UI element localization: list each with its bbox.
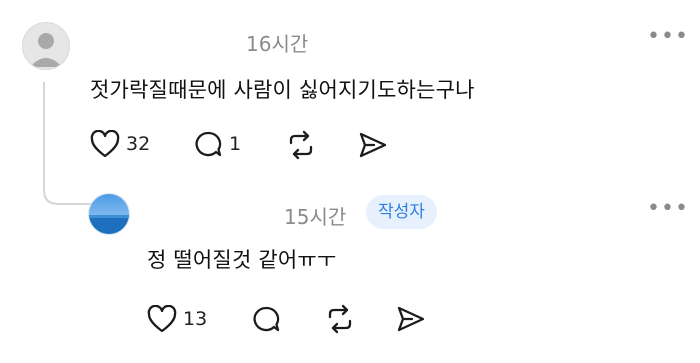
send-icon (397, 306, 425, 332)
reply-count: 1 (229, 133, 242, 155)
send-icon (359, 132, 387, 158)
repost-icon (328, 304, 352, 334)
repost-button[interactable] (325, 304, 355, 334)
default-user-avatar-icon (30, 33, 62, 67)
repost-icon (289, 130, 313, 160)
comment-timestamp: 16시간 (246, 32, 309, 56)
speech-bubble-icon (253, 306, 280, 332)
reply-button[interactable]: 1 (193, 130, 241, 158)
comment-text: 정 떨어질것 같어ㅠㅜ (147, 248, 337, 272)
comment-timestamp: 15시간 (284, 205, 347, 229)
like-button[interactable]: 32 (90, 130, 150, 158)
more-options-button[interactable]: ••• (647, 196, 689, 221)
more-options-button[interactable]: ••• (647, 24, 689, 49)
comment-text: 젓가락질때문에 사람이 싫어지기도하는구나 (90, 78, 475, 102)
reply-button[interactable] (251, 305, 281, 333)
heart-icon (90, 130, 120, 158)
speech-bubble-icon (195, 131, 222, 157)
share-button[interactable] (396, 305, 426, 333)
repost-button[interactable] (286, 130, 316, 160)
like-count: 32 (126, 133, 151, 155)
author-badge: 작성자 (366, 195, 437, 229)
like-button[interactable]: 13 (147, 305, 207, 333)
ocean-photo-avatar-icon (89, 194, 129, 234)
avatar[interactable] (88, 193, 130, 235)
like-count: 13 (183, 308, 208, 330)
share-button[interactable] (358, 131, 388, 159)
avatar[interactable] (22, 22, 70, 70)
heart-icon (147, 305, 177, 333)
